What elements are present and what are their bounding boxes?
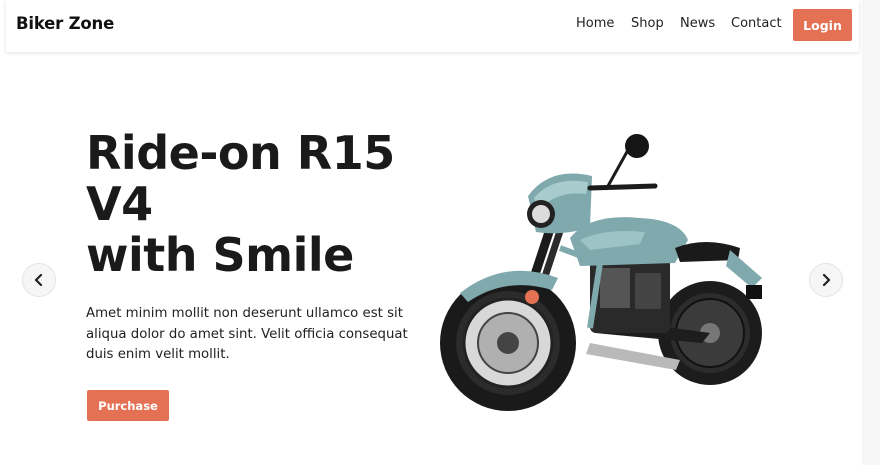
hero-title-line: V4 [86, 177, 153, 231]
hero-title-line: Ride-on R15 [86, 126, 395, 180]
page-edge-strip [862, 0, 880, 465]
carousel-prev-button[interactable] [22, 263, 56, 297]
motorcycle-image [440, 134, 762, 411]
hero-description-line: aliqua dolor do amet sint. Velit officia… [86, 326, 408, 342]
hero-description-line: Amet minim mollit non deserunt ullamco e… [86, 306, 403, 321]
nav-link-news[interactable]: News [680, 16, 715, 31]
hero-title: Ride-on R15 V4 with Smile [86, 128, 426, 281]
chevron-left-icon [34, 274, 43, 286]
nav-link-contact[interactable]: Contact [731, 16, 782, 31]
nav-link-home[interactable]: Home [576, 16, 614, 31]
login-button[interactable]: Login [793, 9, 852, 41]
navbar: Biker Zone Home Shop News Contact Login [6, 0, 859, 52]
nav-link-shop[interactable]: Shop [631, 16, 664, 31]
hero-description: Amet minim mollit non deserunt ullamco e… [86, 304, 416, 366]
chevron-right-icon [822, 274, 831, 286]
hero-description-line: duis enim velit mollit. [86, 347, 230, 362]
brand-logo[interactable]: Biker Zone [16, 14, 114, 33]
carousel-next-button[interactable] [809, 263, 843, 297]
purchase-button[interactable]: Purchase [87, 390, 169, 421]
hero-title-line: with Smile [86, 228, 354, 282]
